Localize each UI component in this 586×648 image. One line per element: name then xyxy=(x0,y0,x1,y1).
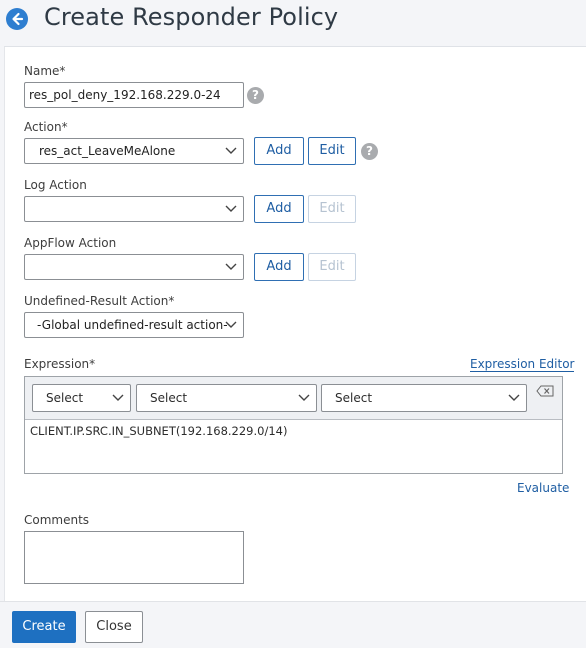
page-title: Create Responder Policy xyxy=(44,3,339,31)
log-action-label: Log Action xyxy=(24,178,87,192)
expression-text[interactable]: CLIENT.IP.SRC.IN_SUBNET(192.168.229.0/14… xyxy=(30,424,287,438)
expression-select-2-value: Select xyxy=(150,391,188,405)
comments-textarea[interactable] xyxy=(24,531,244,584)
undefined-result-action-value: -Global undefined-result action- xyxy=(37,318,228,332)
action-label: Action* xyxy=(24,120,68,134)
expression-select-2[interactable]: Select xyxy=(136,384,317,412)
appflow-action-select[interactable] xyxy=(24,254,244,280)
undefined-result-action-label: Undefined-Result Action* xyxy=(24,294,175,308)
close-button[interactable]: Close xyxy=(85,611,143,643)
evaluate-link[interactable]: Evaluate xyxy=(517,481,569,495)
appflow-action-edit-button[interactable]: Edit xyxy=(308,253,356,281)
expression-select-3[interactable]: Select xyxy=(321,384,527,412)
expression-editor-link[interactable]: Expression Editor xyxy=(470,357,575,372)
action-add-button[interactable]: Add xyxy=(254,137,304,165)
name-label: Name* xyxy=(24,64,66,78)
appflow-action-label: AppFlow Action xyxy=(24,236,117,250)
chevron-down-icon xyxy=(225,205,237,212)
chevron-down-icon xyxy=(225,321,237,328)
log-action-select[interactable] xyxy=(24,196,244,222)
backspace-clear-icon[interactable] xyxy=(536,385,554,397)
name-help-icon[interactable]: ? xyxy=(247,87,264,104)
create-button[interactable]: Create xyxy=(12,611,76,643)
name-input[interactable]: res_pol_deny_192.168.229.0-24 xyxy=(24,82,244,108)
expression-label: Expression* xyxy=(24,357,96,371)
log-action-add-button[interactable]: Add xyxy=(254,195,304,223)
action-help-icon[interactable]: ? xyxy=(361,143,378,160)
page-header: Create Responder Policy xyxy=(0,0,586,42)
expression-box: Select Select Select CLIENT.IP.SRC.IN_SU… xyxy=(24,376,563,474)
chevron-down-icon xyxy=(225,147,237,154)
action-edit-button[interactable]: Edit xyxy=(308,137,356,165)
expression-toolbar: Select Select Select xyxy=(25,377,562,420)
expression-select-1[interactable]: Select xyxy=(32,384,131,412)
action-select-value: res_act_LeaveMeAlone xyxy=(39,144,176,158)
back-arrow-icon[interactable] xyxy=(6,8,28,30)
comments-label: Comments xyxy=(24,513,90,527)
undefined-result-action-select[interactable]: -Global undefined-result action- xyxy=(24,312,244,338)
log-action-edit-button[interactable]: Edit xyxy=(308,195,356,223)
expression-select-3-value: Select xyxy=(335,391,373,405)
chevron-down-icon xyxy=(225,263,237,270)
action-select[interactable]: res_act_LeaveMeAlone xyxy=(24,138,244,164)
chevron-down-icon xyxy=(508,394,520,401)
chevron-down-icon xyxy=(298,394,310,401)
chevron-down-icon xyxy=(112,394,124,401)
expression-select-1-value: Select xyxy=(46,391,84,405)
appflow-action-add-button[interactable]: Add xyxy=(254,253,304,281)
